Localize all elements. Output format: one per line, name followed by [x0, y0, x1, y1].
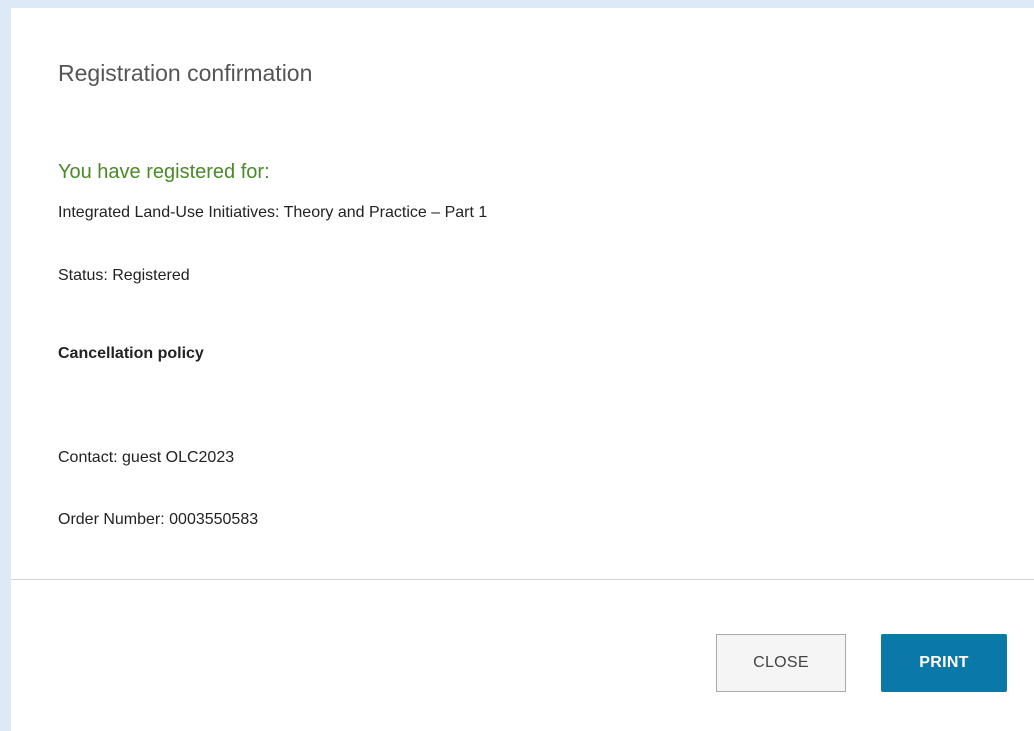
contact-info: Contact: guest OLC2023 [58, 449, 235, 466]
course-title: Integrated Land-Use Initiatives: Theory … [58, 204, 488, 221]
dialog-title: Registration confirmation [58, 60, 313, 86]
registration-confirmation-dialog: Registration confirmation You have regis… [11, 8, 1034, 731]
registered-heading: You have registered for: [58, 161, 270, 183]
print-button[interactable]: PRINT [881, 634, 1007, 692]
registration-status: Status: Registered [58, 267, 190, 284]
order-number: Order Number: 0003550583 [58, 511, 259, 528]
close-button[interactable]: CLOSE [716, 634, 846, 692]
cancellation-policy-heading: Cancellation policy [58, 345, 204, 362]
footer-divider [11, 579, 1034, 580]
